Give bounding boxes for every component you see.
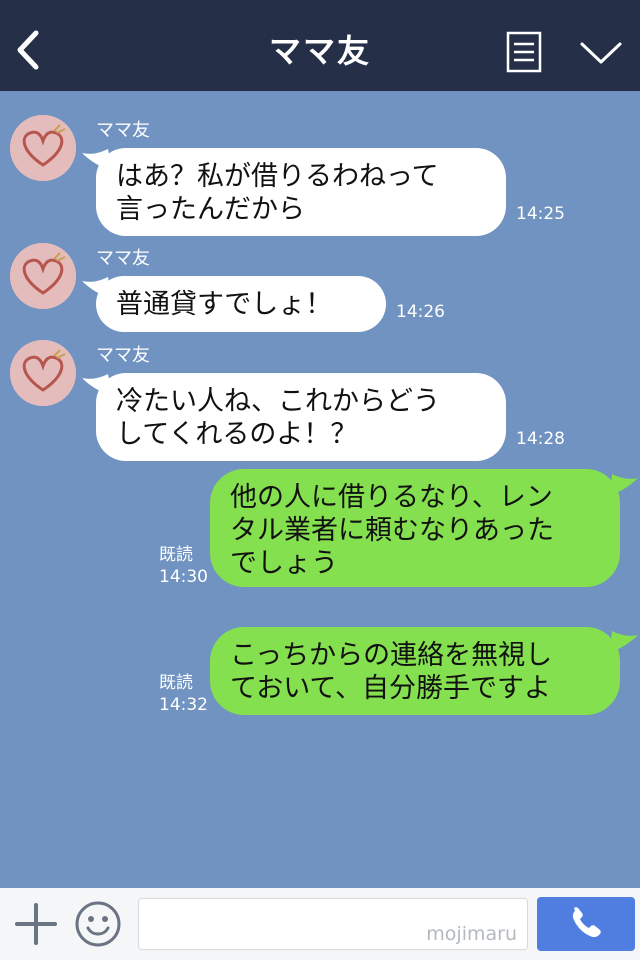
sender-name: ママ友 xyxy=(96,345,150,366)
message-bubble[interactable]: 他の人に借りるなり、レン タル業者に頼むなりあった でしょう xyxy=(210,469,620,587)
message-time: 14:25 xyxy=(516,204,565,224)
avatar[interactable] xyxy=(10,115,76,181)
message-time: 14:32 xyxy=(159,695,208,715)
message-time: 14:26 xyxy=(396,302,445,322)
read-receipt: 既読 xyxy=(159,545,193,565)
menu-toggle-button[interactable] xyxy=(578,38,624,68)
heart-avatar-icon xyxy=(10,243,76,309)
chevron-down-icon xyxy=(580,42,622,64)
chat-area[interactable]: ママ友 はあ？私が借りるわねって 言ったんだから 14:25 ママ友 普通貸すで… xyxy=(0,91,640,888)
watermark-text: mojimaru xyxy=(426,923,517,945)
heart-avatar-icon xyxy=(10,340,76,406)
plus-icon xyxy=(15,903,57,945)
message-time: 14:28 xyxy=(516,429,565,449)
smiley-icon xyxy=(75,901,121,947)
sender-name: ママ友 xyxy=(96,248,150,269)
sender-name: ママ友 xyxy=(96,120,150,141)
read-receipt: 既読 xyxy=(159,673,193,693)
notes-button[interactable] xyxy=(506,31,542,73)
avatar[interactable] xyxy=(10,340,76,406)
call-button[interactable] xyxy=(537,897,635,951)
chat-header: ママ友 xyxy=(0,0,640,91)
page-title: ママ友 xyxy=(268,32,371,70)
avatar[interactable] xyxy=(10,243,76,309)
phone-icon xyxy=(572,907,601,938)
notes-icon xyxy=(506,31,542,73)
add-button[interactable] xyxy=(14,902,58,946)
message-bubble[interactable]: はあ？私が借りるわねって 言ったんだから xyxy=(96,148,506,236)
heart-avatar-icon xyxy=(10,115,76,181)
message-bubble[interactable]: 普通貸すでしょ！ xyxy=(96,276,386,332)
message-bubble[interactable]: こっちからの連絡を無視し ておいて、自分勝手ですよ xyxy=(210,627,620,715)
message-bubble[interactable]: 冷たい人ね、これからどう してくれるのよ！？ xyxy=(96,373,506,461)
emoji-button[interactable] xyxy=(74,900,122,948)
message-input[interactable]: mojimaru xyxy=(138,898,528,950)
message-time: 14:30 xyxy=(159,567,208,587)
input-bar: mojimaru xyxy=(0,888,640,960)
